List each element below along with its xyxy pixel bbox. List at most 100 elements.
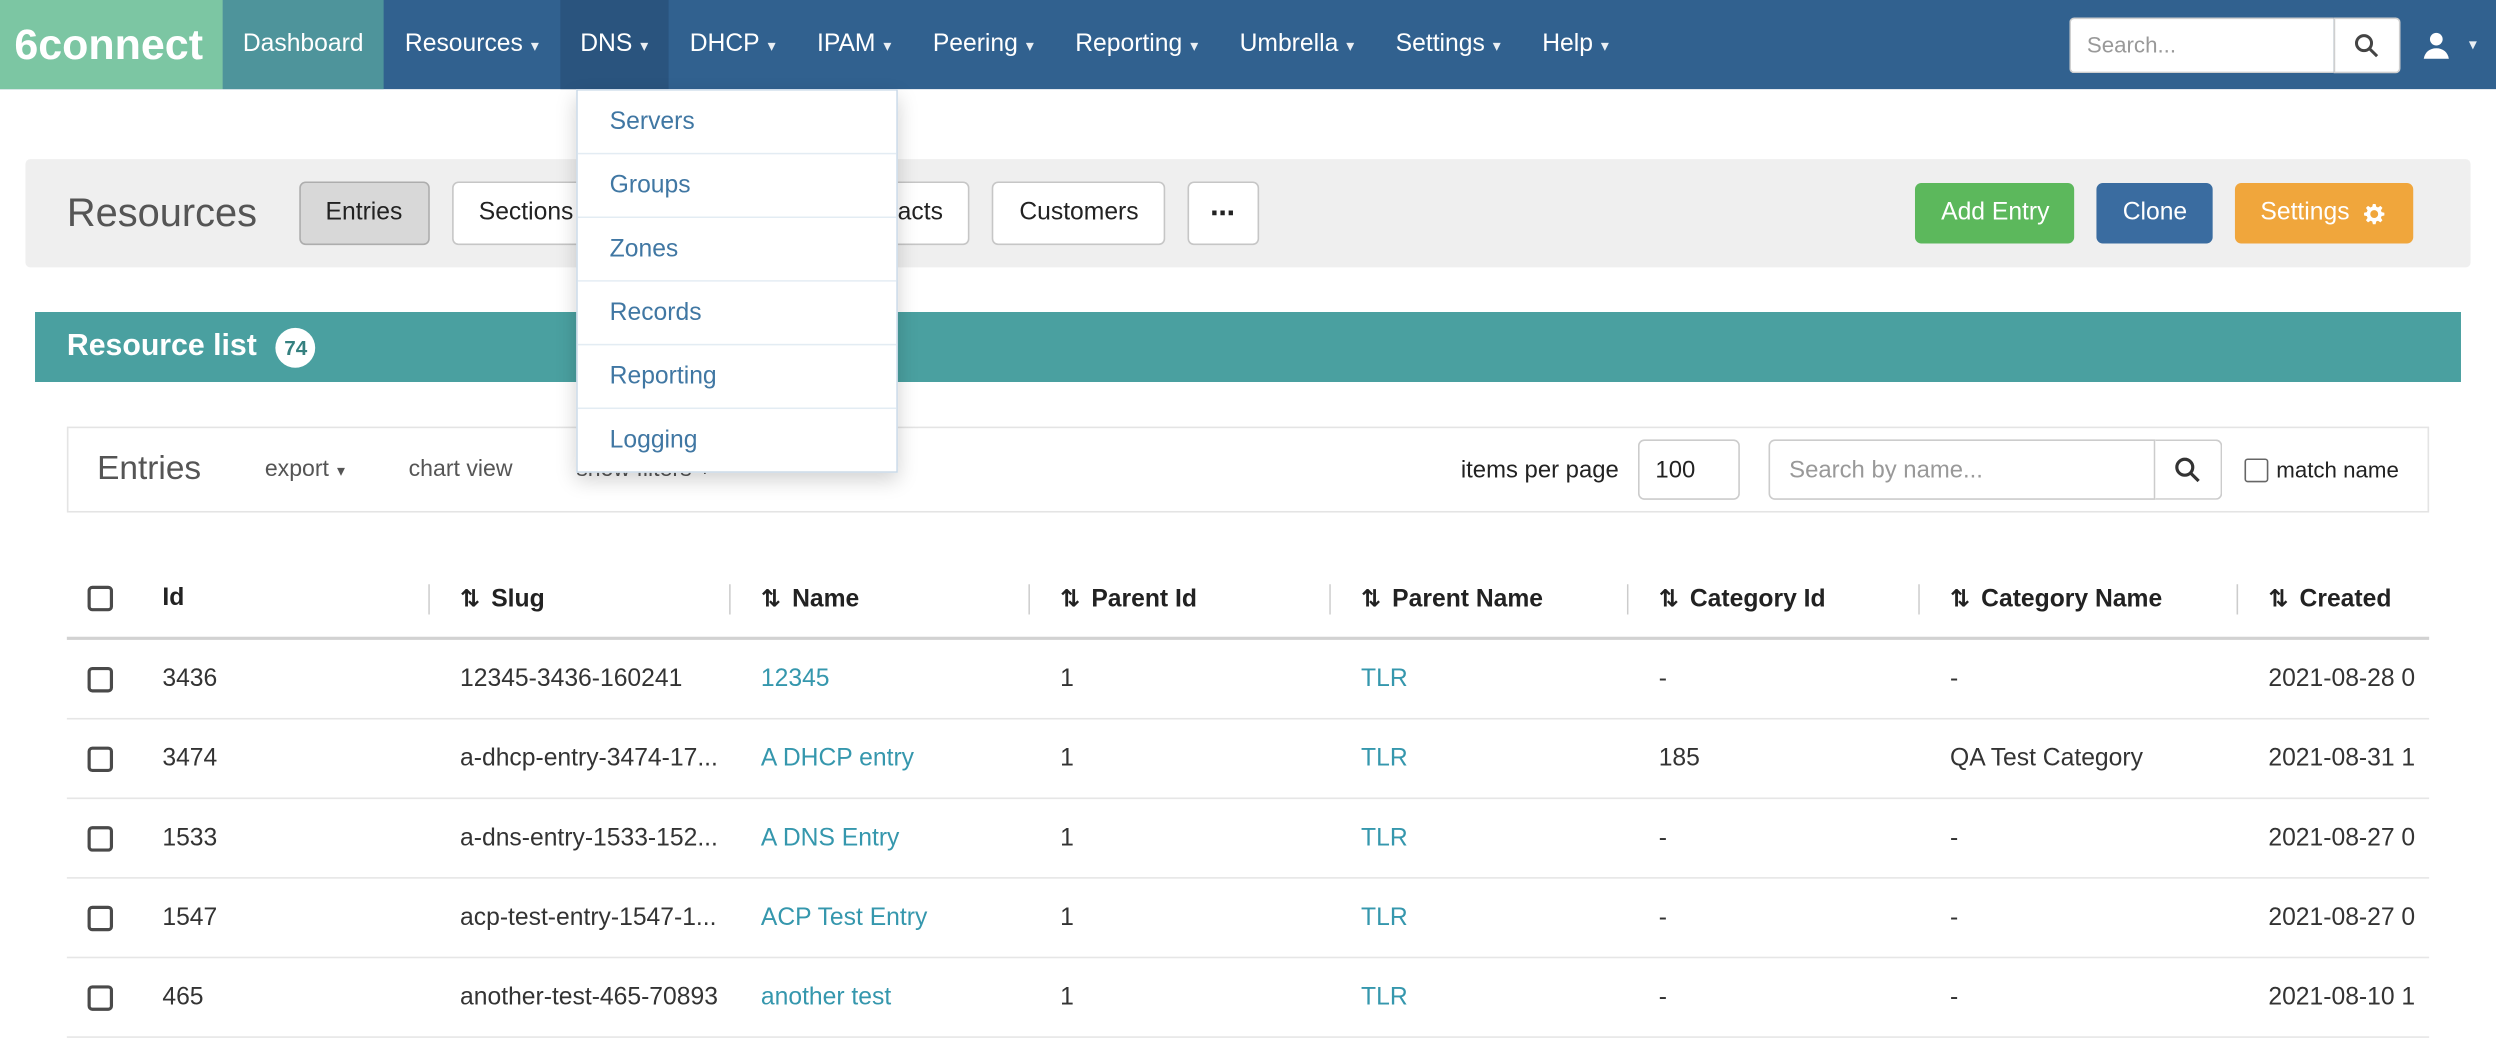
- entry-name-link[interactable]: 12345: [761, 665, 830, 692]
- nav-item-label: Umbrella: [1240, 30, 1339, 57]
- column-header-parent-name[interactable]: ⇅Parent Name: [1329, 583, 1627, 613]
- entry-name-link[interactable]: A DNS Entry: [761, 824, 899, 851]
- user-icon: [2420, 28, 2453, 61]
- items-per-page-input[interactable]: [1638, 439, 1740, 499]
- select-all-checkbox[interactable]: [88, 586, 113, 611]
- resource-count-badge: 74: [276, 327, 316, 367]
- page-title: Resources: [67, 190, 257, 236]
- nav-item-umbrella[interactable]: Umbrella ▾: [1219, 0, 1375, 89]
- dns-menu-item-reporting[interactable]: Reporting: [578, 345, 896, 409]
- nav-item-label: Resources: [405, 30, 523, 57]
- row-checkbox[interactable]: [88, 905, 113, 930]
- sort-arrows-icon: ⇅: [1361, 583, 1381, 612]
- nav-item-peering[interactable]: Peering▾: [912, 0, 1054, 89]
- parent-name-link[interactable]: TLR: [1361, 824, 1408, 851]
- entry-name-link[interactable]: A DHCP entry: [761, 744, 914, 771]
- user-menu[interactable]: ▾: [2420, 28, 2477, 61]
- gear-icon: [2361, 200, 2388, 227]
- nav-item-dhcp[interactable]: DHCP▾: [669, 0, 796, 89]
- app-logo[interactable]: 6connect: [0, 0, 222, 89]
- cell-parent-name: TLR: [1329, 665, 1627, 694]
- dns-menu-item-groups[interactable]: Groups: [578, 154, 896, 218]
- top-navbar: 6connect DashboardResources▾DNS▾DHCP▾IPA…: [0, 0, 2496, 89]
- column-header-id: Id: [140, 584, 428, 613]
- nav-item-label: Peering: [933, 30, 1018, 57]
- column-label: Category Name: [1981, 585, 2162, 612]
- cell-created: 2021-08-27 01: [2237, 903, 2415, 932]
- global-search-input[interactable]: [2069, 17, 2333, 73]
- nav-item-ipam[interactable]: IPAM ▾: [796, 0, 912, 89]
- parent-name-link[interactable]: TLR: [1361, 665, 1408, 692]
- row-checkbox[interactable]: [88, 985, 113, 1010]
- parent-name-link[interactable]: TLR: [1361, 983, 1408, 1010]
- nav-item-label: IPAM: [817, 30, 876, 57]
- table-row: 343612345-3436-160241123451TLR--2021-08-…: [67, 640, 2429, 720]
- entry-name-link[interactable]: ACP Test Entry: [761, 903, 927, 930]
- clone-button[interactable]: Clone: [2097, 183, 2212, 243]
- global-search: [2069, 17, 2400, 73]
- cell-slug: a-dns-entry-1533-152...: [428, 824, 729, 853]
- column-header-slug[interactable]: ⇅Slug: [428, 583, 729, 613]
- tab-customers[interactable]: Customers: [992, 181, 1165, 245]
- nav-item-settings[interactable]: Settings ▾: [1375, 0, 1522, 89]
- nav-item-help[interactable]: Help▾: [1521, 0, 1629, 89]
- cell-slug: 12345-3436-160241: [428, 665, 729, 694]
- tab-entries[interactable]: Entries: [298, 181, 429, 245]
- dns-menu-item-logging[interactable]: Logging: [578, 409, 896, 471]
- column-header-category-name[interactable]: ⇅Category Name: [1918, 583, 2236, 613]
- tab-more[interactable]: ⋯: [1188, 181, 1259, 245]
- sort-arrows-icon: ⇅: [761, 583, 781, 612]
- column-label: Parent Id: [1091, 585, 1197, 612]
- chevron-down-icon: ▾: [1346, 38, 1354, 56]
- nav-item-reporting[interactable]: Reporting▾: [1055, 0, 1219, 89]
- search-icon: [2174, 455, 2203, 484]
- column-header-name[interactable]: ⇅Name: [729, 583, 1028, 613]
- column-header-category-id[interactable]: ⇅Category Id: [1627, 583, 1918, 613]
- cell-category-name: QA Test Category: [1918, 744, 2236, 773]
- global-search-button[interactable]: [2334, 17, 2401, 73]
- app-window: 6connect DashboardResources▾DNS▾DHCP▾IPA…: [0, 0, 2496, 1057]
- cell-category-id: -: [1627, 665, 1918, 694]
- entry-name-link[interactable]: another test: [761, 983, 891, 1010]
- row-select-cell: [67, 985, 140, 1010]
- cell-created: 2021-08-27 01: [2237, 824, 2415, 853]
- add-entry-button[interactable]: Add Entry: [1916, 183, 2075, 243]
- dns-menu-item-zones[interactable]: Zones: [578, 218, 896, 282]
- name-search-button[interactable]: [2155, 439, 2222, 499]
- cell-parent-name: TLR: [1329, 744, 1627, 773]
- match-name-checkbox[interactable]: [2244, 458, 2268, 482]
- chevron-down-icon: ▾: [337, 463, 345, 481]
- row-checkbox[interactable]: [88, 666, 113, 691]
- row-select-cell: [67, 905, 140, 930]
- cell-id: 1533: [140, 824, 428, 853]
- chevron-down-icon: ▾: [883, 38, 891, 56]
- column-header-created[interactable]: ⇅Created: [2237, 583, 2415, 613]
- chevron-down-icon: ▾: [531, 38, 539, 56]
- chart-view-link[interactable]: chart view: [409, 457, 513, 482]
- dns-menu-item-servers[interactable]: Servers: [578, 91, 896, 155]
- parent-name-link[interactable]: TLR: [1361, 903, 1408, 930]
- parent-name-link[interactable]: TLR: [1361, 744, 1408, 771]
- items-per-page-label: items per page: [1461, 456, 1619, 483]
- chevron-down-icon: ▾: [1493, 38, 1501, 56]
- settings-button[interactable]: Settings: [2235, 183, 2413, 243]
- cell-created: 2021-08-28 00: [2237, 665, 2415, 694]
- nav-item-resources[interactable]: Resources ▾: [384, 0, 559, 89]
- dns-menu-item-records[interactable]: Records: [578, 282, 896, 346]
- nav-item-dashboard[interactable]: Dashboard: [222, 0, 384, 89]
- cell-name: A DHCP entry: [729, 744, 1028, 773]
- row-checkbox[interactable]: [88, 746, 113, 771]
- nav-item-dns[interactable]: DNS▾: [560, 0, 669, 89]
- column-label: Slug: [491, 585, 544, 612]
- name-search: [1768, 439, 2222, 499]
- export-label: export: [265, 457, 329, 482]
- cell-parent-name: TLR: [1329, 983, 1627, 1012]
- nav-item-label: Settings: [1396, 30, 1485, 57]
- row-checkbox[interactable]: [88, 825, 113, 850]
- cell-parent-id: 1: [1028, 665, 1329, 694]
- export-menu[interactable]: export ▾: [265, 457, 345, 482]
- name-search-input[interactable]: [1768, 439, 2155, 499]
- cell-name: ACP Test Entry: [729, 903, 1028, 932]
- column-header-parent-id[interactable]: ⇅Parent Id: [1028, 583, 1329, 613]
- header-select-cell: [67, 586, 140, 611]
